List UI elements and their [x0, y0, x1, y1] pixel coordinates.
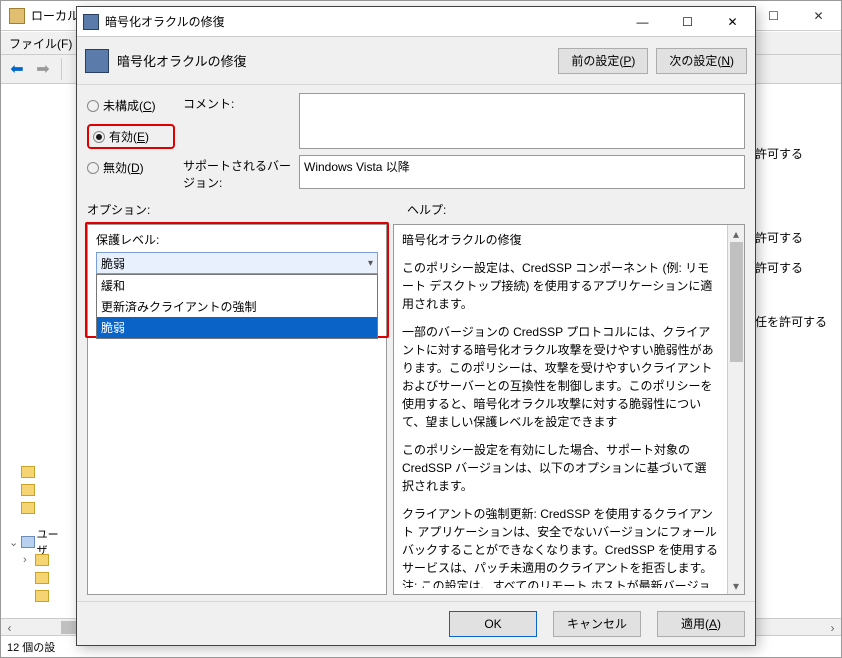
- supported-value: Windows Vista 以降: [304, 160, 410, 174]
- nav-back-icon[interactable]: ⬅: [5, 57, 29, 81]
- help-label: ヘルプ:: [407, 201, 446, 218]
- protection-level-label: 保護レベル:: [96, 231, 378, 248]
- scroll-up-icon[interactable]: ▴: [728, 225, 744, 242]
- dialog-titlebar: 暗号化オラクルの修復 — ☐ ✕: [77, 7, 755, 37]
- protection-level-combo[interactable]: 脆弱 ▾ 緩和 更新済みクライアントの強制 脆弱: [96, 252, 378, 274]
- dialog-footer: OK キャンセル 適用(A): [77, 601, 755, 645]
- close-button[interactable]: ✕: [796, 1, 841, 31]
- tree-expand-icon[interactable]: ›: [23, 554, 35, 566]
- menu-file[interactable]: ファイル(F): [9, 35, 72, 52]
- radio-unconfigured[interactable]: 未構成(C): [87, 97, 175, 114]
- scroll-left-icon[interactable]: ‹: [1, 619, 18, 636]
- supported-textbox: Windows Vista 以降: [299, 155, 745, 189]
- folder-icon: [21, 502, 35, 514]
- dialog-title-text: 暗号化オラクルの修復: [105, 13, 225, 30]
- maximize-button[interactable]: ☐: [751, 1, 796, 31]
- dialog-config-area: 未構成(C) 有効(E) 無効(D) コメント: サポートされるバージョン: W…: [77, 85, 755, 195]
- options-pane: 保護レベル: 脆弱 ▾ 緩和 更新済みクライアントの強制 脆弱: [87, 224, 387, 595]
- bg-text-3: 許可する: [751, 253, 841, 283]
- options-label: オプション:: [87, 201, 387, 218]
- folder-icon: [35, 590, 49, 602]
- combo-selected-value: 脆弱: [101, 255, 125, 272]
- policy-icon: [85, 49, 109, 73]
- combo-dropdown-list: 緩和 更新済みクライアントの強制 脆弱: [96, 274, 378, 339]
- scroll-right-icon[interactable]: ›: [824, 619, 841, 636]
- apply-button[interactable]: 適用(A): [657, 611, 745, 637]
- dialog-header-text: 暗号化オラクルの修復: [117, 51, 247, 70]
- radio-icon: [87, 162, 99, 174]
- help-p4: このポリシー設定を有効にした場合、サポート対象の CredSSP バージョンは、…: [402, 441, 718, 495]
- background-right-column: 許可する 許可する 許可する 任を許可する: [751, 131, 841, 631]
- help-p5: クライアントの強制更新: CredSSP を使用するクライアント アプリケーショ…: [402, 505, 718, 588]
- toolbar-divider: [61, 58, 62, 80]
- chevron-down-icon: ▾: [368, 258, 373, 269]
- vscroll-thumb[interactable]: [730, 242, 743, 362]
- config-radio-group: 未構成(C) 有効(E) 無効(D): [87, 93, 175, 191]
- bg-text-1: 許可する: [751, 139, 841, 169]
- nav-forward-icon[interactable]: ➡: [31, 57, 55, 81]
- help-p2: このポリシー設定は、CredSSP コンポーネント (例: リモート デスクトッ…: [402, 259, 718, 313]
- radio-enabled[interactable]: 有効(E): [87, 124, 175, 149]
- users-icon: [21, 536, 35, 548]
- radio-icon: [87, 100, 99, 112]
- comment-textarea[interactable]: [299, 93, 745, 149]
- ok-button[interactable]: OK: [449, 611, 537, 637]
- folder-icon: [21, 466, 35, 478]
- dialog-close-button[interactable]: ✕: [710, 7, 755, 36]
- folder-icon: [35, 554, 49, 566]
- comment-label: コメント:: [183, 93, 293, 112]
- folder-icon: [35, 572, 49, 584]
- supported-label: サポートされるバージョン:: [183, 155, 293, 191]
- cancel-button[interactable]: キャンセル: [553, 611, 641, 637]
- scroll-down-icon[interactable]: ▾: [728, 577, 744, 594]
- help-text: 暗号化オラクルの修復 このポリシー設定は、CredSSP コンポーネント (例:…: [402, 231, 722, 588]
- help-vscrollbar[interactable]: ▴ ▾: [727, 225, 744, 594]
- folder-icon: [21, 484, 35, 496]
- dialog-minimize-button[interactable]: —: [620, 7, 665, 36]
- radio-disabled[interactable]: 無効(D): [87, 159, 175, 176]
- dialog-icon: [83, 14, 99, 30]
- status-text: 12 個の設: [7, 639, 55, 655]
- combo-item-mitigated[interactable]: 緩和: [97, 275, 377, 296]
- next-setting-button[interactable]: 次の設定(N): [656, 48, 747, 74]
- bg-text-4: 任を許可する: [751, 307, 841, 337]
- tree-collapse-icon[interactable]: ⌄: [9, 536, 21, 549]
- background-tree: ⌄ユーザ ›: [9, 463, 69, 605]
- background-title-text: ローカル: [31, 7, 79, 24]
- help-pane: 暗号化オラクルの修復 このポリシー設定は、CredSSP コンポーネント (例:…: [393, 224, 745, 595]
- combo-display[interactable]: 脆弱 ▾: [96, 252, 378, 274]
- dialog-section-labels: オプション: ヘルプ:: [77, 195, 755, 220]
- dialog-maximize-button[interactable]: ☐: [665, 7, 710, 36]
- previous-setting-button[interactable]: 前の設定(P): [558, 48, 648, 74]
- bg-text-2: 許可する: [751, 223, 841, 253]
- dialog-split-area: 保護レベル: 脆弱 ▾ 緩和 更新済みクライアントの強制 脆弱 暗号化オラクルの…: [77, 220, 755, 601]
- radio-icon-selected: [93, 131, 105, 143]
- policy-dialog: 暗号化オラクルの修復 — ☐ ✕ 暗号化オラクルの修復 前の設定(P) 次の設定…: [76, 6, 756, 646]
- help-p1: 暗号化オラクルの修復: [402, 231, 718, 249]
- app-icon: [9, 8, 25, 24]
- combo-item-force-updated[interactable]: 更新済みクライアントの強制: [97, 296, 377, 317]
- help-p3: 一部のバージョンの CredSSP プロトコルには、クライアントに対する暗号化オ…: [402, 323, 718, 431]
- combo-item-vulnerable[interactable]: 脆弱: [97, 317, 377, 338]
- dialog-header: 暗号化オラクルの修復 前の設定(P) 次の設定(N): [77, 37, 755, 85]
